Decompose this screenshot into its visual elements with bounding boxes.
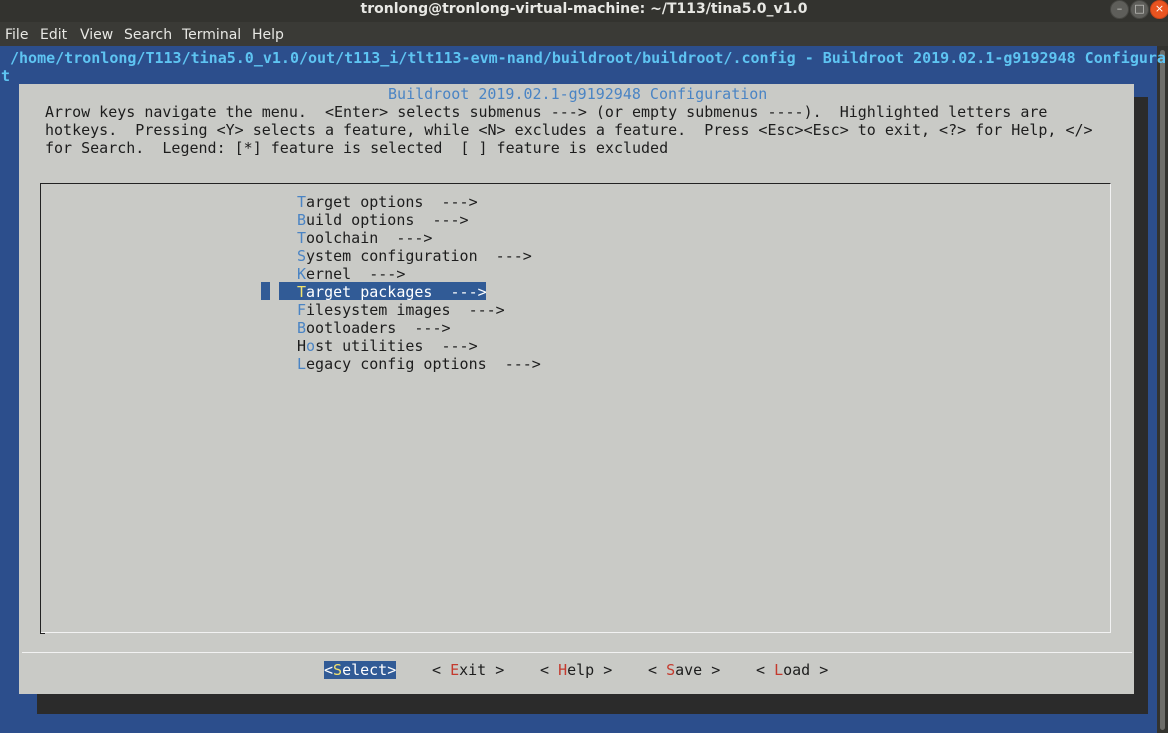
menu-item-label: ilesystem images --->: [306, 301, 505, 319]
menu-search[interactable]: Search: [124, 27, 172, 43]
hotkey: T: [297, 229, 307, 247]
menu-item-bootloaders[interactable]: Bootloaders --->: [297, 319, 451, 337]
config-path-line: /home/tronlong/T113/tina5.0_v1.0/out/t11…: [10, 49, 1166, 67]
selection-cursor: [261, 282, 270, 300]
menu-item-filesystem-images[interactable]: Filesystem images --->: [297, 301, 505, 319]
close-icon[interactable]: ×: [1150, 0, 1168, 19]
button-bracket: >: [486, 661, 505, 679]
menu-item-label: egacy config options --->: [306, 355, 541, 373]
terminal-scrollbar[interactable]: [1157, 46, 1168, 733]
scrollbar-thumb[interactable]: [1160, 50, 1165, 730]
menu-terminal[interactable]: Terminal: [182, 27, 241, 43]
button-label: elp: [567, 661, 595, 679]
button-bracket: <: [756, 661, 775, 679]
button-bracket: >: [702, 661, 721, 679]
menu-help[interactable]: Help: [252, 27, 284, 43]
hotkey: B: [297, 319, 307, 337]
menu-item-toolchain[interactable]: Toolchain --->: [297, 229, 432, 247]
select-button[interactable]: <Select>: [324, 661, 396, 679]
button-bracket: >: [594, 661, 613, 679]
menu-item-label: uild options --->: [306, 211, 469, 229]
button-label: xit: [459, 661, 487, 679]
minimize-icon[interactable]: –: [1110, 0, 1129, 19]
menu-item-label: oolchain --->: [306, 229, 433, 247]
menu-file[interactable]: File: [5, 27, 28, 43]
hotkey: T: [297, 193, 307, 211]
help-line-3: for Search. Legend: [*] feature is selec…: [45, 139, 669, 157]
button-bracket: <: [432, 661, 451, 679]
dialog-title: Buildroot 2019.02.1-g9192948 Configurati…: [379, 85, 777, 103]
window-title: tronlong@tronlong-virtual-machine: ~/T11…: [360, 1, 808, 17]
menu-item-build-options[interactable]: Build options --->: [297, 211, 469, 229]
menu-item-host-utilities[interactable]: Host utilities --->: [297, 337, 478, 355]
menu-item-label: ystem configuration --->: [306, 247, 532, 265]
button-label: elect: [342, 661, 388, 679]
menu-edit[interactable]: Edit: [40, 27, 67, 43]
help-line-2: hotkeys. Pressing <Y> selects a feature,…: [45, 121, 1093, 139]
button-hotkey: L: [774, 661, 784, 679]
button-bracket: <: [540, 661, 559, 679]
button-bracket: >: [810, 661, 829, 679]
menu-list-box: [40, 183, 1111, 633]
hotkey: K: [297, 265, 307, 283]
menu-item-label: ootloaders --->: [306, 319, 451, 337]
hotkey: T: [297, 283, 307, 301]
button-bracket: >: [387, 661, 397, 679]
menu-item-target-options[interactable]: Target options --->: [297, 193, 478, 211]
hotkey: o: [306, 337, 316, 355]
menu-item-legacy-config-options[interactable]: Legacy config options --->: [297, 355, 541, 373]
menu-item-prefix: H: [297, 337, 307, 355]
menu-item-target-packages[interactable]: Target packages --->: [297, 283, 487, 301]
hotkey: L: [297, 355, 307, 373]
hotkey: S: [297, 247, 307, 265]
exit-button[interactable]: < Exit >: [432, 661, 504, 679]
load-button[interactable]: < Load >: [756, 661, 828, 679]
hotkey: F: [297, 301, 307, 319]
help-line-1: Arrow keys navigate the menu. <Enter> se…: [45, 103, 1048, 121]
config-path-wrap: t: [1, 67, 11, 85]
menubar: File Edit View Search Terminal Help: [0, 22, 1168, 46]
menu-view[interactable]: View: [80, 27, 113, 43]
window-titlebar: tronlong@tronlong-virtual-machine: ~/T11…: [0, 0, 1168, 22]
button-hotkey: E: [450, 661, 460, 679]
help-button[interactable]: < Help >: [540, 661, 612, 679]
maximize-icon[interactable]: □: [1130, 0, 1149, 19]
menu-box-corner: [40, 627, 45, 634]
save-button[interactable]: < Save >: [648, 661, 720, 679]
menu-item-label: arget packages --->: [306, 283, 487, 301]
button-hotkey: S: [333, 661, 343, 679]
button-bracket: <: [648, 661, 667, 679]
menu-item-label: st utilities --->: [315, 337, 478, 355]
menu-item-kernel[interactable]: Kernel --->: [297, 265, 405, 283]
button-label: oad: [783, 661, 811, 679]
button-separator: [22, 652, 1132, 653]
button-hotkey: S: [666, 661, 676, 679]
button-label: ave: [675, 661, 703, 679]
menu-item-label: ernel --->: [306, 265, 406, 283]
hotkey: B: [297, 211, 307, 229]
menu-item-label: arget options --->: [306, 193, 478, 211]
button-bracket: <: [324, 661, 334, 679]
button-hotkey: H: [558, 661, 568, 679]
menu-item-system-configuration[interactable]: System configuration --->: [297, 247, 532, 265]
